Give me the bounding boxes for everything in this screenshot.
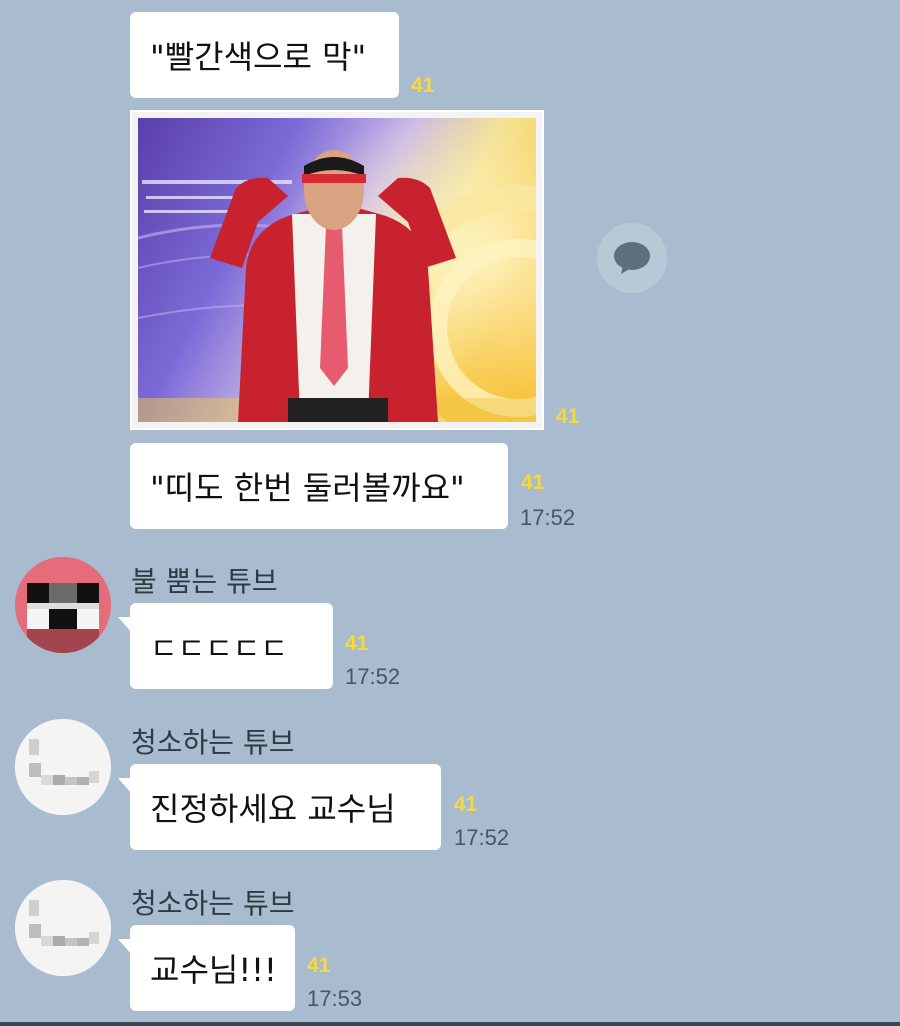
sender-name: 불 뿜는 튜브: [131, 565, 278, 598]
pixelated-avatar-image: [15, 719, 111, 815]
message-time: 17:53: [307, 986, 363, 1011]
pixelated-avatar-image: [15, 880, 111, 976]
photo-image: [137, 118, 661, 471]
message-bubble[interactable]: 진정하세요 교수님: [118, 764, 441, 850]
message-text: 진정하세요 교수님: [150, 790, 396, 828]
message-bubble[interactable]: "빨간색으로 막": [130, 12, 399, 98]
speech-bubble-icon: [614, 242, 650, 274]
message-bubble[interactable]: 교수님!!!: [118, 925, 295, 1011]
message-time: 17:52: [454, 825, 510, 850]
sender-name: 청소하는 튜브: [131, 887, 295, 920]
avatar[interactable]: [15, 880, 111, 976]
message-text: ㄷㄷㄷㄷㄷ: [150, 632, 288, 667]
message-time: 17:52: [345, 664, 401, 689]
bottom-divider: [0, 1022, 900, 1026]
avatar[interactable]: [15, 557, 111, 653]
unread-count: 41: [345, 632, 369, 655]
message-text: "띠도 한번 둘러볼까요": [150, 469, 465, 507]
avatar[interactable]: [15, 719, 111, 815]
message-time: 17:52: [520, 505, 576, 530]
message-bubble[interactable]: "띠도 한번 둘러볼까요": [130, 443, 508, 529]
share-button[interactable]: [597, 223, 667, 293]
unread-count: 41: [521, 471, 545, 494]
shared-photo[interactable]: [130, 110, 661, 471]
unread-count: 41: [556, 405, 580, 428]
message-text: 교수님!!!: [150, 951, 277, 989]
message-bubble[interactable]: ㄷㄷㄷㄷㄷ: [118, 603, 333, 689]
unread-count: 41: [411, 74, 435, 97]
unread-count: 41: [454, 793, 478, 816]
sender-name: 청소하는 튜브: [131, 726, 295, 759]
pixelated-avatar-image: [15, 557, 111, 653]
unread-count: 41: [307, 954, 331, 977]
message-text: "빨간색으로 막": [150, 38, 367, 76]
